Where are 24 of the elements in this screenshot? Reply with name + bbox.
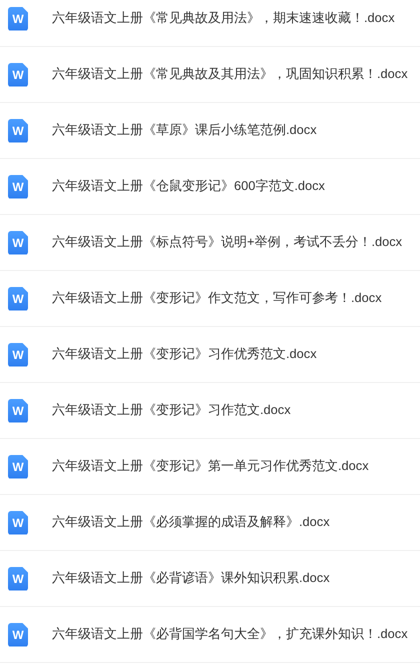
file-name[interactable]: 六年级语文上册《变形记》习作范文.docx	[52, 402, 291, 419]
document-icon: W	[8, 622, 28, 646]
file-name[interactable]: 六年级语文上册《必背国学名句大全》，扩充课外知识！.docx	[52, 626, 408, 643]
file-name[interactable]: 六年级语文上册《仓鼠变形记》600字范文.docx	[52, 178, 325, 195]
document-icon: W	[8, 342, 28, 366]
document-icon: W	[8, 230, 28, 254]
document-icon: W	[8, 174, 28, 198]
document-icon: W	[8, 398, 28, 422]
document-icon: W	[8, 62, 28, 86]
file-name[interactable]: 六年级语文上册《标点符号》说明+举例，考试不丢分！.docx	[52, 234, 402, 251]
file-name[interactable]: 六年级语文上册《变形记》第一单元习作优秀范文.docx	[52, 458, 369, 475]
file-name[interactable]: 六年级语文上册《必须掌握的成语及解释》.docx	[52, 514, 330, 531]
document-icon: W	[8, 510, 28, 534]
file-name[interactable]: 六年级语文上册《变形记》习作优秀范文.docx	[52, 346, 317, 363]
document-icon: W	[8, 566, 28, 590]
document-icon: W	[8, 454, 28, 478]
file-name[interactable]: 六年级语文上册《常见典故及其用法》，巩固知识积累！.docx	[52, 66, 408, 83]
file-name[interactable]: 六年级语文上册《变形记》作文范文，写作可参考！.docx	[52, 290, 382, 307]
document-icon: W	[8, 286, 28, 310]
file-name[interactable]: 六年级语文上册《常见典故及用法》，期末速速收藏！.docx	[52, 10, 395, 27]
file-name[interactable]: 六年级语文上册《必背谚语》课外知识积累.docx	[52, 570, 330, 587]
file-name[interactable]: 六年级语文上册《草原》课后小练笔范例.docx	[52, 122, 317, 139]
document-icon: W	[8, 118, 28, 142]
document-icon: W	[8, 6, 28, 30]
